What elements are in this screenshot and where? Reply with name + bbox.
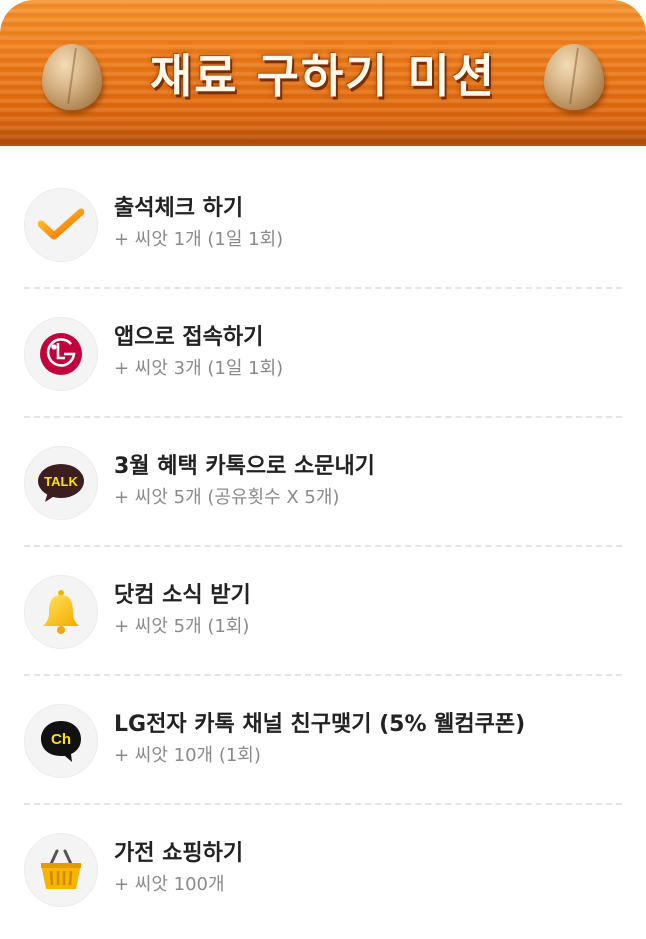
mission-title-text: LG전자 카톡 채널 친구맺기 (5% 웰컴쿠폰)	[114, 712, 526, 737]
mission-item-app-login[interactable]: 앱으로 접속하기 + 씨앗 3개 (1일 1회)	[24, 289, 622, 418]
mission-reward-text: + 씨앗 100개	[114, 874, 225, 895]
mission-title-text: 닷컴 소식 받기	[114, 583, 251, 608]
mission-reward-text: + 씨앗 10개 (1회)	[114, 745, 261, 766]
mission-item-kakaotalk-share[interactable]: TALK 3월 혜택 카톡으로 소문내기 + 씨앗 5개 (공유횟수 X 5개)	[24, 418, 622, 547]
mission-title-text: 3월 혜택 카톡으로 소문내기	[114, 454, 375, 479]
bell-icon	[24, 575, 98, 649]
mission-title-text: 가전 쇼핑하기	[114, 841, 244, 866]
mission-reward-text: + 씨앗 5개 (공유횟수 X 5개)	[114, 487, 340, 508]
mission-list: 출석체크 하기 + 씨앗 1개 (1일 1회) 앱으로 접속하기 + 씨앗 3개…	[24, 160, 622, 932]
mission-item-shopping[interactable]: 가전 쇼핑하기 + 씨앗 100개	[24, 805, 622, 932]
mission-reward-text: + 씨앗 3개 (1일 1회)	[114, 358, 284, 379]
mission-header-banner: 재료 구하기 미션	[0, 0, 646, 146]
mission-item-attendance[interactable]: 출석체크 하기 + 씨앗 1개 (1일 1회)	[24, 160, 622, 289]
mission-title-text: 앱으로 접속하기	[114, 325, 264, 350]
mission-reward-text: + 씨앗 5개 (1회)	[114, 616, 250, 637]
kakaotalk-label: TALK	[44, 474, 78, 489]
kakao-channel-icon: Ch	[24, 704, 98, 778]
lg-logo-icon	[24, 317, 98, 391]
checkmark-icon	[24, 188, 98, 262]
shopping-basket-icon	[24, 833, 98, 907]
mission-item-news-subscribe[interactable]: 닷컴 소식 받기 + 씨앗 5개 (1회)	[24, 547, 622, 676]
mission-reward-text: + 씨앗 1개 (1일 1회)	[114, 229, 284, 250]
mission-title-text: 출석체크 하기	[114, 196, 244, 221]
mission-card: 재료 구하기 미션 출석체크 하기 + 씨앗 1개 (1일 1회) 앱으로 접속…	[0, 0, 646, 939]
mission-item-kakao-channel[interactable]: Ch LG전자 카톡 채널 친구맺기 (5% 웰컴쿠폰) + 씨앗 10개 (1…	[24, 676, 622, 805]
kakaotalk-icon: TALK	[24, 446, 98, 520]
kakao-channel-label: Ch	[51, 731, 71, 748]
